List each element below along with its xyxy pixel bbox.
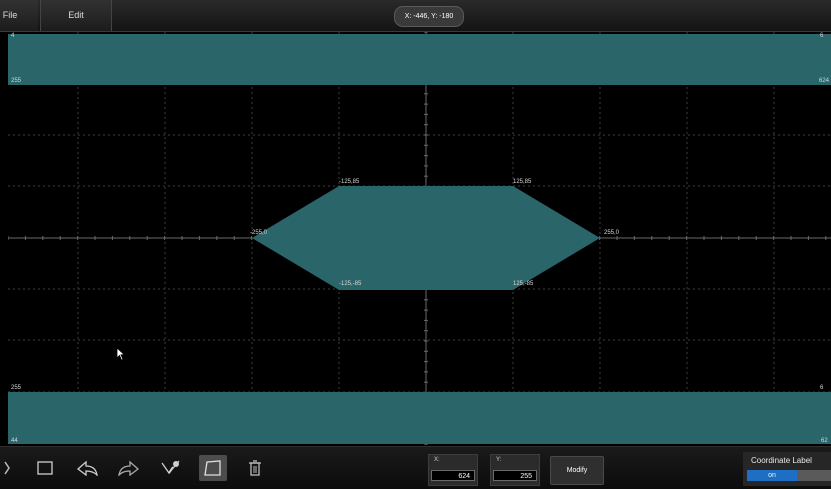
vertex-label-top-left: -125,85 xyxy=(339,179,360,185)
rectangle-icon xyxy=(37,461,53,475)
coordinate-label-toggle-on[interactable]: on xyxy=(747,470,797,481)
mask-region-top xyxy=(8,34,831,85)
edit-points-icon xyxy=(161,460,180,475)
vertex-label-bottom-left: -125,-85 xyxy=(339,281,362,287)
coordinate-label-panel: Coordinate Label on xyxy=(743,452,831,486)
undo-icon xyxy=(76,460,98,476)
x-field-label: X: xyxy=(434,457,440,463)
vertex-label-bottom-right: 125,-85 xyxy=(513,281,534,287)
top-menu-bar: File Edit X: -446, Y: -180 xyxy=(0,0,831,32)
vertex-label-top-right: 125,85 xyxy=(513,179,532,185)
mask-region-bottom xyxy=(8,392,831,444)
y-value-input[interactable]: 255 xyxy=(493,470,537,481)
mask-plot-area[interactable]: 4 255 6 624 255 44 6 62 -125,85 125,85 -… xyxy=(8,32,831,445)
rectangle-tool-button[interactable] xyxy=(31,455,59,481)
redo-button[interactable] xyxy=(115,455,143,481)
bottom-mask-label-left-bottom: 44 xyxy=(11,438,18,444)
vertex-label-right: 255,0 xyxy=(604,230,620,236)
bottom-mask-label-right-bottom: 62 xyxy=(821,438,828,444)
redo-icon xyxy=(118,460,140,476)
polygon-tool-button[interactable] xyxy=(199,455,227,481)
cursor-coordinate-readout: X: -446, Y: -180 xyxy=(394,6,464,27)
coordinate-label-toggle[interactable]: on xyxy=(747,470,831,481)
menu-edit[interactable]: Edit xyxy=(40,0,112,31)
undo-button[interactable] xyxy=(73,455,101,481)
menu-file[interactable]: File xyxy=(0,0,38,31)
trash-icon xyxy=(249,460,261,476)
mouse-pointer-icon xyxy=(116,347,126,361)
top-mask-label-right-top: 6 xyxy=(820,33,824,39)
bottom-mask-label-right-top: 6 xyxy=(820,385,824,391)
vertex-label-left: -255,0 xyxy=(250,230,268,236)
unknown-tool-button[interactable] xyxy=(0,455,18,481)
coordinate-label-title: Coordinate Label xyxy=(751,456,812,465)
modify-button[interactable]: Modify xyxy=(550,456,604,485)
top-mask-label-right-bottom: 624 xyxy=(819,78,830,84)
bottom-toolbar: X: 624 Y: 255 Modify Coordinate Label on xyxy=(0,446,831,489)
delete-button[interactable] xyxy=(241,455,269,481)
unknown-icon xyxy=(4,461,10,475)
y-field-label: Y: xyxy=(496,457,502,463)
bottom-mask-label-left-top: 255 xyxy=(11,385,22,391)
plot-canvas[interactable] xyxy=(8,32,831,445)
x-value-input[interactable]: 624 xyxy=(431,470,475,481)
top-mask-label-left-bottom: 255 xyxy=(11,78,22,84)
top-mask-label-left-top: 4 xyxy=(11,33,15,39)
polygon-icon xyxy=(204,460,221,476)
edit-points-button[interactable] xyxy=(157,455,185,481)
